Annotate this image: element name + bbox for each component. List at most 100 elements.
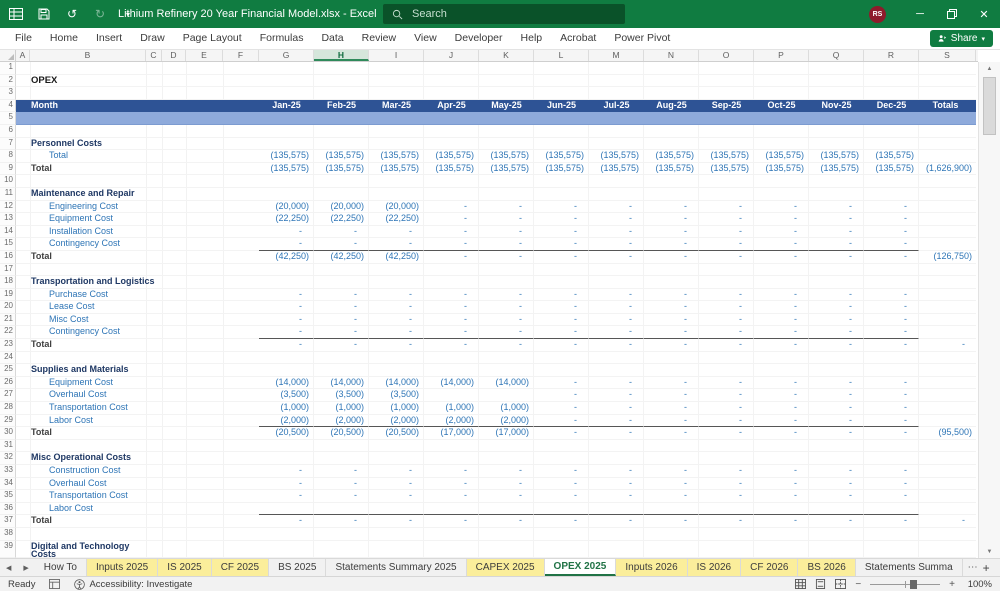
cell[interactable]: [424, 276, 479, 289]
value-cell[interactable]: (135,575): [369, 150, 424, 163]
zoom-in-button[interactable]: +: [949, 579, 955, 590]
value-cell[interactable]: -: [589, 515, 644, 528]
cell[interactable]: [259, 364, 314, 377]
value-cell[interactable]: (2,000): [479, 414, 534, 428]
value-cell[interactable]: -: [754, 402, 809, 415]
cell[interactable]: [424, 527, 479, 541]
cell[interactable]: [479, 351, 534, 365]
cell[interactable]: [534, 540, 589, 558]
value-cell[interactable]: -: [424, 490, 479, 503]
row-number-20[interactable]: 20: [0, 301, 16, 314]
value-cell[interactable]: -: [369, 288, 424, 302]
value-cell[interactable]: -: [754, 515, 809, 528]
cell[interactable]: [314, 540, 369, 558]
cell[interactable]: [259, 187, 314, 201]
value-cell[interactable]: -: [864, 313, 919, 327]
cell[interactable]: [754, 351, 809, 365]
cell[interactable]: [699, 439, 754, 453]
cell[interactable]: [479, 175, 534, 188]
cell[interactable]: [919, 478, 976, 491]
cell[interactable]: [479, 364, 534, 377]
cell[interactable]: [479, 439, 534, 453]
value-cell[interactable]: (14,000): [369, 376, 424, 390]
value-cell[interactable]: -: [754, 339, 809, 352]
row-number-37[interactable]: 37: [0, 515, 16, 528]
value-cell[interactable]: -: [479, 515, 534, 528]
value-cell[interactable]: -: [809, 414, 864, 428]
column-header-C[interactable]: C: [146, 50, 162, 61]
value-cell[interactable]: -: [644, 477, 699, 491]
cell[interactable]: [754, 187, 809, 201]
value-cell[interactable]: -: [534, 490, 589, 503]
cell[interactable]: [259, 263, 314, 277]
cell[interactable]: [534, 364, 589, 377]
cell[interactable]: [864, 74, 919, 88]
label-cell[interactable]: Total: [16, 515, 259, 528]
cell[interactable]: [314, 276, 369, 289]
sheet-tab-is-2026[interactable]: IS 2026: [687, 559, 742, 576]
cell[interactable]: [259, 87, 314, 100]
value-cell[interactable]: -: [644, 200, 699, 214]
cell[interactable]: [919, 238, 976, 251]
month-header-cell[interactable]: Sep-25: [699, 99, 754, 113]
row-number-30[interactable]: 30: [0, 427, 16, 440]
row-number-31[interactable]: 31: [0, 439, 16, 453]
cell[interactable]: [259, 452, 314, 465]
cell[interactable]: [809, 502, 864, 516]
vertical-scrollbar[interactable]: ▲ ▼: [978, 62, 1000, 558]
cell[interactable]: [589, 263, 644, 277]
cell[interactable]: [16, 439, 259, 453]
value-cell[interactable]: (22,250): [314, 213, 369, 226]
row-number-36[interactable]: 36: [0, 502, 16, 516]
value-cell[interactable]: -: [644, 238, 699, 251]
value-cell[interactable]: -: [479, 301, 534, 314]
cell[interactable]: [919, 138, 976, 151]
cell[interactable]: [314, 187, 369, 201]
row-number-21[interactable]: 21: [0, 313, 16, 327]
label-cell[interactable]: Overhaul Cost: [16, 477, 259, 491]
cell[interactable]: [919, 490, 976, 503]
cell[interactable]: [534, 137, 589, 151]
cell[interactable]: [699, 62, 754, 75]
cell[interactable]: [919, 402, 976, 415]
value-cell[interactable]: -: [424, 477, 479, 491]
value-cell[interactable]: -: [754, 414, 809, 428]
value-cell[interactable]: (14,000): [479, 376, 534, 390]
cell[interactable]: [864, 62, 919, 75]
column-header-Q[interactable]: Q: [809, 50, 864, 61]
row-number-18[interactable]: 18: [0, 276, 16, 289]
value-cell[interactable]: -: [864, 427, 919, 440]
value-cell[interactable]: -: [534, 339, 589, 352]
value-cell[interactable]: (17,000): [479, 427, 534, 440]
value-cell[interactable]: -: [809, 238, 864, 251]
cell[interactable]: [919, 389, 976, 403]
value-cell[interactable]: -: [644, 402, 699, 415]
cell[interactable]: [369, 62, 424, 75]
value-cell[interactable]: -: [589, 200, 644, 214]
column-header-L[interactable]: L: [534, 50, 589, 61]
cell[interactable]: [314, 87, 369, 100]
row-number-38[interactable]: 38: [0, 527, 16, 541]
value-cell[interactable]: -: [644, 515, 699, 528]
cell[interactable]: [369, 175, 424, 188]
cell[interactable]: [919, 541, 976, 558]
column-header-D[interactable]: D: [162, 50, 186, 61]
cell[interactable]: [479, 389, 534, 403]
value-cell[interactable]: -: [699, 288, 754, 302]
value-cell[interactable]: -: [534, 250, 589, 264]
value-cell[interactable]: -: [699, 250, 754, 264]
value-cell[interactable]: -: [699, 313, 754, 327]
column-header-F[interactable]: F: [223, 50, 259, 61]
cell[interactable]: [699, 540, 754, 558]
value-cell[interactable]: -: [864, 339, 919, 352]
cell[interactable]: [919, 289, 976, 302]
value-cell[interactable]: -: [314, 225, 369, 239]
row-number-13[interactable]: 13: [0, 213, 16, 226]
ribbon-tab-help[interactable]: Help: [512, 28, 552, 49]
cell[interactable]: [369, 276, 424, 289]
cell[interactable]: [644, 502, 699, 516]
value-cell[interactable]: -: [314, 301, 369, 314]
column-header-A[interactable]: A: [16, 50, 30, 61]
cell[interactable]: [754, 137, 809, 151]
sheet-tab-capex-2025[interactable]: CAPEX 2025: [466, 559, 545, 576]
